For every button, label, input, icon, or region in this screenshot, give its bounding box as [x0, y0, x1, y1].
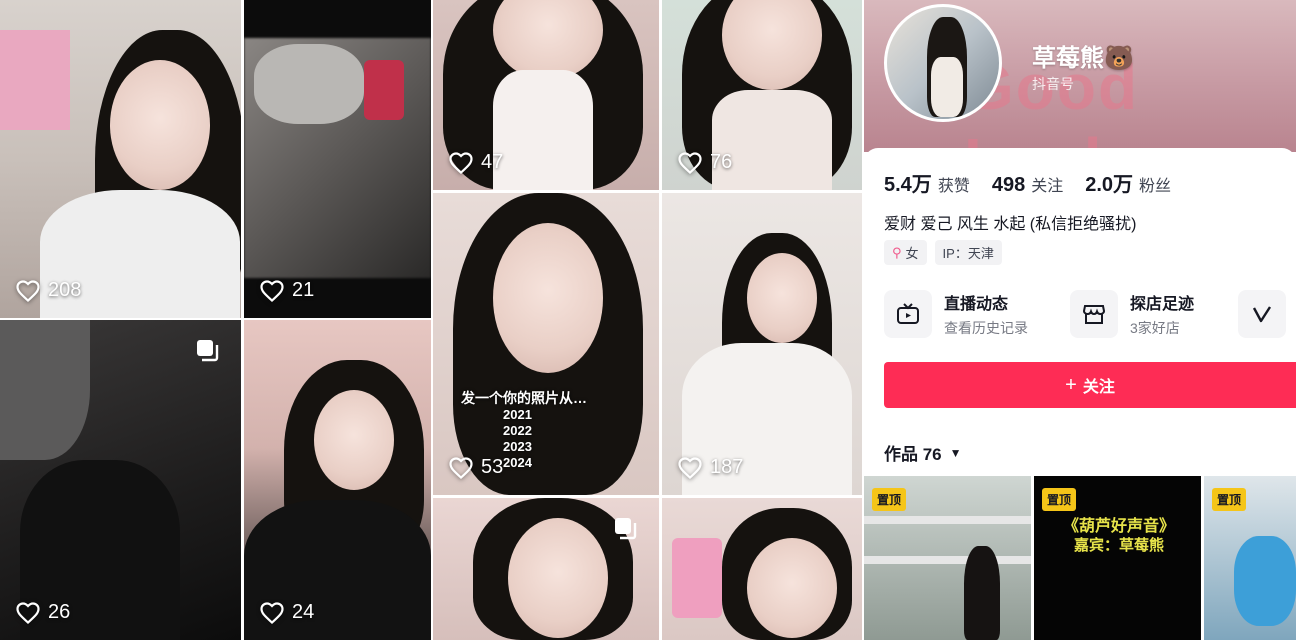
figure-shape: [964, 546, 1000, 640]
like-count: 21: [260, 279, 314, 302]
pinned-video-tile[interactable]: 置顶: [864, 476, 1031, 640]
video-tile[interactable]: 24: [244, 320, 431, 640]
profile-bio: 爱财 爱己 风生 水起 (私信拒绝骚扰): [884, 216, 1137, 233]
gender-tag: ⚲ 女: [884, 240, 927, 265]
profile-panel: Good Luck 草莓熊🐻 抖音号 5.4万 获赞 498 关注 2.0万 粉…: [864, 0, 1296, 640]
like-count: 76: [678, 151, 732, 174]
video-tile[interactable]: [662, 498, 862, 640]
cartoon-character-shape: [1234, 536, 1296, 626]
pinned-badge: 置顶: [1212, 488, 1247, 511]
pinned-guest-caption: 嘉宾：草莓熊: [1073, 537, 1164, 554]
like-count: 26: [16, 601, 70, 624]
heart-icon: [16, 279, 40, 302]
face-shape: [110, 60, 210, 190]
red-object: [364, 60, 404, 120]
hoodie-shape: [493, 70, 593, 190]
ip-tag: IP：天津: [934, 240, 1002, 265]
plus-icon: +: [1065, 373, 1077, 396]
profile-tags: ⚲ 女 IP：天津: [884, 240, 1002, 265]
face-shape: [493, 223, 603, 373]
store-icon: [1070, 290, 1118, 338]
pinned-badge: 置顶: [872, 488, 907, 511]
profile-card: 5.4万 获赞 498 关注 2.0万 粉丝 爱财 爱己 风生 水起 (私信拒绝…: [864, 148, 1296, 640]
heart-icon: [449, 456, 473, 479]
avatar-dress: [931, 57, 963, 117]
year-list: 2021 2022 2023 2024: [503, 407, 532, 470]
video-tile[interactable]: 21: [244, 0, 431, 318]
store-visits-entry[interactable]: 探店足迹 3家好店: [1070, 288, 1194, 340]
heart-icon: [16, 601, 40, 624]
heart-icon: [678, 151, 702, 174]
multi-image-icon: [613, 516, 639, 542]
video-tile[interactable]: 发一个你的照片从… 2021 2022 2023 2024 53: [433, 193, 659, 495]
heart-icon: [260, 279, 284, 302]
poster-decoration: [0, 30, 70, 130]
poster-decoration: [672, 538, 722, 618]
video-tile[interactable]: 26: [0, 320, 241, 640]
face-shape: [314, 390, 394, 490]
hat-shape: [254, 44, 364, 124]
stat-followers[interactable]: 2.0万 粉丝: [1085, 168, 1171, 197]
heart-icon: [260, 601, 284, 624]
face-shape: [747, 538, 837, 638]
works-tab[interactable]: 作品 76 ▼: [884, 440, 962, 465]
pinned-badge: 置顶: [1042, 488, 1077, 511]
avatar[interactable]: [884, 4, 1002, 122]
heart-icon: [449, 151, 473, 174]
top-shape: [712, 90, 832, 190]
shelf-shape: [864, 516, 1031, 524]
pinned-video-tile[interactable]: 置顶: [1204, 476, 1296, 640]
face-shape: [508, 518, 608, 638]
video-tile[interactable]: 47: [433, 0, 659, 190]
like-count: 24: [260, 601, 314, 624]
like-count: 53: [449, 456, 503, 479]
like-count: 47: [449, 151, 503, 174]
multi-image-icon: [195, 338, 221, 364]
video-tile[interactable]: 208: [0, 0, 241, 318]
follow-button[interactable]: + 关注: [884, 362, 1296, 408]
hat-shape: [0, 320, 90, 460]
douyin-id-label[interactable]: 抖音号: [1032, 74, 1074, 94]
tv-icon: [884, 290, 932, 338]
shelf-shape: [864, 556, 1031, 564]
video-tile[interactable]: [433, 498, 659, 640]
like-count: 208: [16, 279, 81, 302]
pinned-caption: 《葫芦好声音》: [1062, 518, 1175, 535]
v-logo-icon: [1238, 290, 1286, 338]
pinned-video-tile[interactable]: 置顶 《葫芦好声音》 嘉宾：草莓熊: [1034, 476, 1201, 640]
video-tile[interactable]: 76: [662, 0, 862, 190]
live-history-entry[interactable]: 直播动态 查看历史记录: [884, 288, 1028, 340]
profile-name: 草莓熊🐻: [1032, 45, 1134, 72]
video-tile[interactable]: 187: [662, 193, 862, 495]
stat-likes[interactable]: 5.4万 获赞: [884, 168, 970, 197]
video-overlay-text: 发一个你的照片从…: [461, 390, 587, 406]
stats-row: 5.4万 获赞 498 关注 2.0万 粉丝: [884, 168, 1171, 197]
more-feature-entry[interactable]: [1238, 288, 1286, 340]
face-shape: [747, 253, 817, 343]
dropdown-arrow-icon: ▼: [949, 445, 962, 460]
female-icon: ⚲: [892, 244, 902, 260]
like-count: 187: [678, 456, 743, 479]
heart-icon: [678, 456, 702, 479]
stat-following[interactable]: 498 关注: [992, 172, 1063, 197]
